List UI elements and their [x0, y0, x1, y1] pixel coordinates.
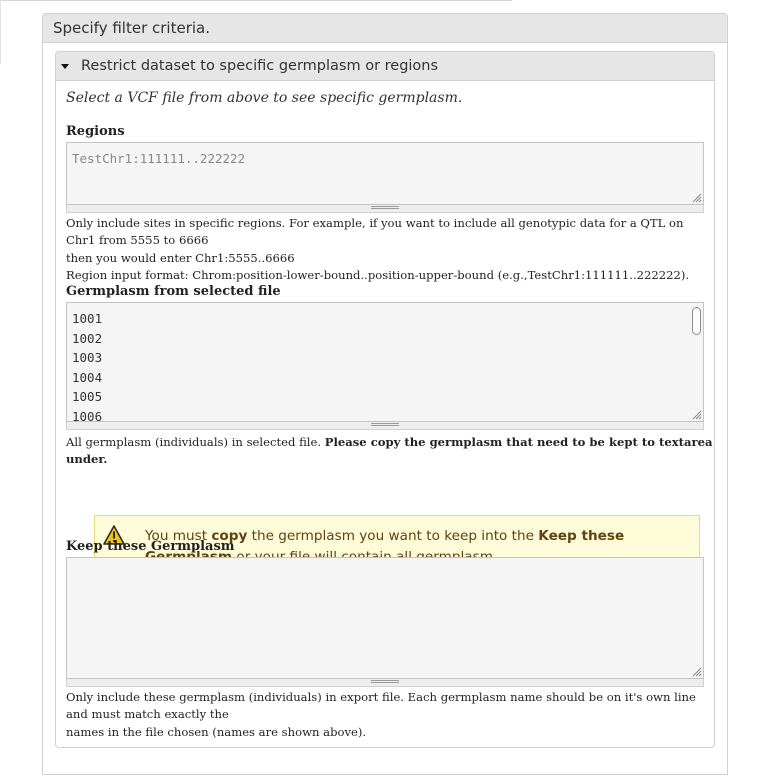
keep-germplasm-label: Keep these Germplasm [66, 539, 235, 554]
keep-germplasm-description: Only include these germplasm (individual… [66, 689, 714, 741]
keep-germplasm-description-line: Only include these germplasm (individual… [66, 690, 696, 722]
regions-description: Only include sites in specific regions. … [66, 215, 714, 284]
scrollbar-thumb[interactable] [692, 307, 701, 335]
germplasm-item: 1004 [72, 369, 103, 385]
regions-description-line: Region input format: Chrom:position-lowe… [66, 267, 690, 282]
regions-label: Regions [66, 124, 125, 139]
germplasm-item: 1001 [72, 311, 103, 326]
left-divider [0, 0, 1, 64]
resize-handle-icon[interactable] [692, 410, 702, 420]
germplasm-file-label: Germplasm from selected file [66, 284, 281, 299]
germplasm-item: 1005 [72, 389, 103, 404]
keep-germplasm-textarea[interactable] [66, 557, 704, 679]
germplasm-file-grippie[interactable] [66, 422, 704, 430]
collapse-triangle-icon[interactable] [61, 64, 69, 69]
germplasm-list: 1001 1002 1003 1004 1005 1006 [72, 309, 103, 422]
regions-placeholder: TestChr1:111111..222222 [72, 151, 246, 166]
warning-text-part: the germplasm you want to keep into the [247, 528, 539, 544]
resize-handle-icon[interactable] [692, 193, 702, 203]
grip-icon [371, 423, 399, 428]
restrict-dataset-toggle[interactable]: Restrict dataset to specific germplasm o… [56, 52, 714, 81]
filter-criteria-legend: Specify filter criteria. [43, 14, 727, 43]
germplasm-file-description-text: All germplasm (individuals) in selected … [66, 435, 325, 449]
regions-grippie[interactable] [66, 205, 704, 213]
top-divider [0, 0, 512, 1]
grip-icon [371, 206, 399, 211]
keep-germplasm-grippie[interactable] [66, 679, 704, 687]
grip-icon [371, 680, 399, 685]
germplasm-item: 1003 [72, 350, 103, 365]
germplasm-scrollbar[interactable] [690, 304, 702, 420]
germplasm-item: 1006 [72, 408, 103, 422]
germplasm-file-description: All germplasm (individuals) in selected … [66, 434, 714, 469]
regions-description-line: Only include sites in specific regions. … [66, 216, 684, 248]
resize-handle-icon[interactable] [692, 667, 702, 677]
filter-criteria-fieldset: Specify filter criteria. Restrict datase… [42, 13, 728, 775]
keep-germplasm-description-line: names in the file chosen (names are show… [66, 724, 367, 739]
restrict-dataset-fieldset: Restrict dataset to specific germplasm o… [55, 51, 715, 748]
germplasm-file-textarea[interactable]: 1001 1002 1003 1004 1005 1006 [66, 302, 704, 422]
germplasm-item: 1002 [72, 330, 103, 346]
vcf-instructions: Select a VCF file from above to see spec… [66, 90, 463, 106]
regions-textarea[interactable]: TestChr1:111111..222222 [66, 142, 704, 205]
restrict-dataset-title: Restrict dataset to specific germplasm o… [81, 58, 439, 74]
regions-description-line: then you would enter Chr1:5555..6666 [66, 250, 295, 265]
